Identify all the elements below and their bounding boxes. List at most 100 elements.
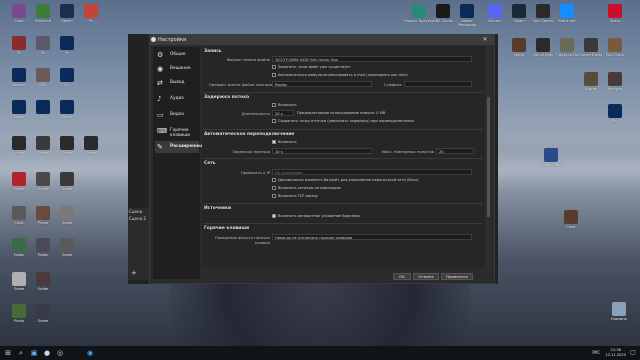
app-icon: [12, 136, 26, 150]
app-icon: [60, 206, 74, 220]
taskbar-app-edge[interactable]: ◉: [85, 348, 95, 358]
browser-accel-checkbox[interactable]: [272, 214, 276, 218]
filename-format-input[interactable]: %CCYY-%MM-%DD %hh-%mm-%ss: [272, 56, 472, 62]
start-icon[interactable]: ⊞: [3, 348, 13, 358]
app-icon: [60, 172, 74, 186]
network-optimization-checkbox[interactable]: [272, 186, 276, 190]
search-icon[interactable]: ⌕: [16, 348, 26, 358]
desktop-icon[interactable]: Corel: [556, 210, 586, 233]
preserve-cutoff-checkbox[interactable]: [272, 119, 276, 123]
dynamic-bitrate-checkbox[interactable]: [272, 178, 276, 182]
desktop-icon[interactable]: Футуре: [600, 72, 630, 95]
desktop-icon[interactable]: Game: [28, 304, 58, 327]
desktop-icon[interactable]: Ps: [52, 68, 82, 91]
app-icon: [60, 4, 74, 18]
apply-button[interactable]: Применить: [441, 273, 473, 280]
app-icon: [60, 36, 74, 50]
reconnect-enable-checkbox[interactable]: [272, 140, 276, 144]
settings-dialog: Настройки ✕ ⚙ Общие ◉ Вещание ⇄ Вывод ♪ Ауди…: [149, 34, 495, 284]
clock[interactable]: 21:36 12.11.2020: [605, 348, 626, 357]
app-icon: [460, 4, 474, 18]
desktop-icon[interactable]: Opera: [600, 4, 630, 27]
app-icon: [608, 4, 622, 18]
app-icon: [36, 136, 50, 150]
desktop-icon[interactable]: Battle.net: [552, 4, 582, 27]
delay-duration-label: Длительность: [241, 111, 270, 116]
reconnect-enable-label: Включить: [278, 140, 297, 144]
sidebar-item-output[interactable]: ⇄ Вывод: [155, 77, 199, 89]
scrollbar-thumb[interactable]: [487, 97, 490, 217]
app-icon: [12, 172, 26, 186]
delay-duration-spinbox[interactable]: 20 s: [272, 110, 294, 116]
autoremux-checkbox[interactable]: [272, 73, 276, 77]
retry-delay-label: Задержка повтора: [232, 149, 270, 154]
desktop-icon[interactable]: Game: [52, 238, 82, 261]
retry-delay-spinbox[interactable]: 10 s: [272, 148, 372, 154]
sidebar-item-general[interactable]: ⚙ Общие: [155, 49, 199, 61]
plus-icon[interactable]: +: [130, 268, 138, 278]
replay-suffix-input[interactable]: [404, 81, 472, 87]
preserve-cutoff-label: Сохранять точку отсечки (увеличить задер…: [278, 119, 414, 123]
sidebar-item-stream[interactable]: ◉ Вещание: [155, 63, 199, 75]
section-sources-heading: Источники: [204, 206, 232, 211]
taskview-icon[interactable]: ▣: [29, 348, 39, 358]
overwrite-checkbox[interactable]: [272, 65, 276, 69]
sidebar-item-advanced[interactable]: ✎ Расширенные: [155, 141, 205, 153]
desktop-icon[interactable]: Folder: [76, 136, 106, 159]
desktop-icon[interactable]: Photo: [52, 100, 82, 123]
desktop-icon[interactable]: Adobe Photoshop: [452, 4, 482, 27]
divider: [203, 92, 483, 93]
clock-date: 12.11.2020: [605, 352, 626, 357]
settings-content: Запись Формат имени файла %CCYY-%MM-%DD …: [202, 47, 485, 267]
app-icon: [36, 238, 50, 252]
app-icon: [560, 38, 574, 52]
taskbar-app-browser[interactable]: ◎: [55, 348, 65, 358]
desktop-icon[interactable]: Game: [52, 206, 82, 229]
bind-ip-select[interactable]: По умолчанию: [272, 169, 472, 175]
settings-scrollbar[interactable]: [486, 47, 491, 267]
app-icon: [12, 68, 26, 82]
gear-icon: ⚙: [157, 51, 164, 59]
hotkey-focus-select[interactable]: Никогда не отключать горячие клавиши: [272, 234, 472, 240]
max-retries-spinbox[interactable]: 20: [436, 148, 474, 154]
app-icon: [12, 36, 26, 50]
language-indicator[interactable]: РУС: [592, 350, 600, 355]
divider: [203, 203, 483, 204]
notifications-icon[interactable]: ▢: [628, 348, 638, 358]
app-icon: [512, 4, 526, 18]
app-icon: [60, 238, 74, 252]
desktop-icon[interactable]: Glowing Blue: [536, 148, 566, 171]
app-icon: [436, 4, 450, 18]
ok-button[interactable]: ОК: [393, 273, 411, 280]
app-icon: [84, 136, 98, 150]
delay-memory-note: Предполагаемое использование памяти: 0 M…: [297, 111, 386, 115]
sidebar-item-hotkeys[interactable]: ⌨ Горячие клавиши: [155, 125, 199, 138]
tcp-pacing-checkbox[interactable]: [272, 194, 276, 198]
app-icon: [36, 172, 50, 186]
divider: [203, 129, 483, 130]
desktop-icon[interactable]: Ps: [52, 36, 82, 59]
section-reconnect-heading: Автоматическое переподключение: [204, 132, 295, 137]
replay-prefix-input[interactable]: Replay: [272, 81, 372, 87]
stream-delay-enable-label: Включить: [278, 103, 297, 107]
app-icon: [36, 206, 50, 220]
cancel-button[interactable]: Отмена: [413, 273, 439, 280]
desktop-icon[interactable]: Ps: [76, 4, 106, 27]
desktop-icon[interactable]: Game: [52, 172, 82, 195]
close-icon[interactable]: ✕: [478, 35, 492, 45]
desktop-icon[interactable]: Euro Truck: [600, 38, 630, 61]
app-icon: [608, 38, 622, 52]
app-icon: [584, 72, 598, 86]
scene-item[interactable]: Сцена: [128, 208, 150, 215]
taskbar-app-obs[interactable]: ●: [42, 348, 52, 358]
sidebar-item-video[interactable]: ▭ Видео: [155, 109, 199, 121]
section-hotkeys-heading: Горячие клавиши: [204, 226, 250, 231]
desktop-icon[interactable]: Folder: [28, 272, 58, 295]
app-icon: [536, 4, 550, 18]
desktop-icon[interactable]: Ps: [600, 104, 630, 127]
sidebar-item-audio[interactable]: ♪ Аудио: [155, 93, 199, 105]
recycle-bin-icon[interactable]: Корзина: [604, 302, 634, 325]
scene-item[interactable]: Сцена 2: [128, 215, 150, 222]
stream-delay-enable-checkbox[interactable]: [272, 103, 276, 107]
obs-logo-icon: [151, 37, 156, 42]
